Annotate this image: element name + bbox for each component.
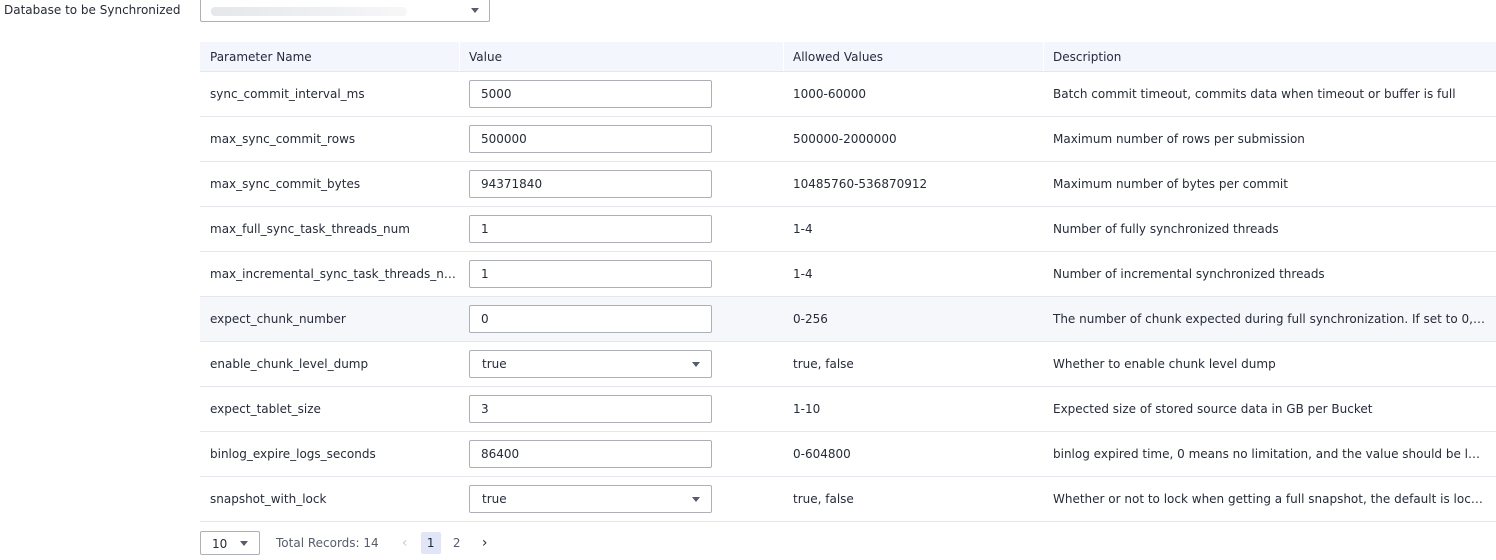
table-row: binlog_expire_logs_seconds 0-604800 binlog… <box>200 432 1496 477</box>
table-body: sync_commit_interval_ms 1000-60000 Batch c… <box>200 72 1496 522</box>
total-records: Total Records: 14 <box>276 536 379 550</box>
description-cell: Whether or not to lock when getting a fu… <box>1053 492 1496 506</box>
value-cell: true <box>459 485 783 513</box>
value-input[interactable] <box>470 441 711 467</box>
table-row: snapshot_with_lock true true, false Whether… <box>200 477 1496 522</box>
parameter-table: Parameter Name Value Allowed Values Desc… <box>200 42 1496 522</box>
page-2-button[interactable]: 2 <box>447 532 467 554</box>
value-select-text: true <box>482 357 507 371</box>
value-cell <box>459 305 783 333</box>
chevron-down-icon <box>692 497 700 502</box>
value-cell <box>459 260 783 288</box>
value-cell <box>459 440 783 468</box>
description-cell: Batch commit timeout, commits data when … <box>1053 87 1456 101</box>
allowed-values-cell: 0-256 <box>793 312 828 326</box>
value-select[interactable]: true <box>469 485 712 513</box>
allowed-values-cell: true, false <box>793 357 854 371</box>
table-header: Parameter Name Value Allowed Values Desc… <box>200 42 1496 72</box>
value-select[interactable]: true <box>469 350 712 378</box>
page-size-value: 10 <box>212 537 228 551</box>
allowed-values-cell: 0-604800 <box>793 447 851 461</box>
database-select[interactable] <box>200 0 490 22</box>
parameter-name-cell: enable_chunk_level_dump <box>210 357 369 371</box>
header-description: Description <box>1043 42 1496 71</box>
chevron-left-icon[interactable]: ‹ <box>395 531 415 555</box>
table-row: max_full_sync_task_threads_num 1-4 Number … <box>200 207 1496 252</box>
table-row: expect_tablet_size 1-10 Expected size of s… <box>200 387 1496 432</box>
value-cell: true <box>459 350 783 378</box>
parameter-name-cell: binlog_expire_logs_seconds <box>210 447 376 461</box>
pagination: 10 Total Records: 14 ‹ 1 2 › <box>200 531 495 555</box>
value-field[interactable] <box>469 125 712 153</box>
description-cell: Number of fully synchronized threads <box>1053 222 1279 236</box>
value-cell <box>459 80 783 108</box>
allowed-values-cell: 1-10 <box>793 402 821 416</box>
database-filter-label: Database to be Synchronized <box>4 3 181 17</box>
value-input[interactable] <box>470 396 711 422</box>
value-input[interactable] <box>470 171 711 197</box>
parameter-name-cell: expect_tablet_size <box>210 402 321 416</box>
description-cell: The number of chunk expected during full… <box>1053 312 1496 326</box>
parameter-name-cell: max_full_sync_task_threads_num <box>210 222 410 236</box>
description-cell: binlog expired time, 0 means no limitati… <box>1053 447 1496 461</box>
header-allowed-values: Allowed Values <box>783 42 1043 71</box>
value-input[interactable] <box>470 126 711 152</box>
header-parameter-name: Parameter Name <box>210 49 312 64</box>
value-field[interactable] <box>469 215 712 243</box>
value-cell <box>459 395 783 423</box>
value-field[interactable] <box>469 395 712 423</box>
parameter-name-cell: max_sync_commit_bytes <box>210 177 361 191</box>
allowed-values-cell: true, false <box>793 492 854 506</box>
value-field[interactable] <box>469 305 712 333</box>
value-select-text: true <box>482 492 507 506</box>
table-row: max_sync_commit_bytes 10485760-536870912 M… <box>200 162 1496 207</box>
table-row: sync_commit_interval_ms 1000-60000 Batch c… <box>200 72 1496 117</box>
table-row: max_incremental_sync_task_threads_num 1-4… <box>200 252 1496 297</box>
allowed-values-cell: 500000-2000000 <box>793 132 897 146</box>
allowed-values-cell: 1-4 <box>793 267 813 281</box>
value-field[interactable] <box>469 260 712 288</box>
description-cell: Whether to enable chunk level dump <box>1053 357 1276 371</box>
value-field[interactable] <box>469 80 712 108</box>
chevron-down-icon <box>471 8 479 13</box>
allowed-values-cell: 10485760-536870912 <box>793 177 928 191</box>
value-cell <box>459 125 783 153</box>
value-field[interactable] <box>469 170 712 198</box>
value-field[interactable] <box>469 440 712 468</box>
page-size-select[interactable]: 10 <box>200 531 260 555</box>
allowed-values-cell: 1000-60000 <box>793 87 867 101</box>
description-cell: Maximum number of bytes per commit <box>1053 177 1288 191</box>
table-row: max_sync_commit_rows 500000-2000000 Maximu… <box>200 117 1496 162</box>
header-value: Value <box>459 42 783 71</box>
table-row: enable_chunk_level_dump true true, false Wh… <box>200 342 1496 387</box>
value-input[interactable] <box>470 216 711 242</box>
value-cell <box>459 215 783 243</box>
chevron-down-icon <box>692 362 700 367</box>
chevron-down-icon <box>240 541 248 546</box>
parameter-name-cell: max_incremental_sync_task_threads_num <box>210 267 459 281</box>
description-cell: Maximum number of rows per submission <box>1053 132 1305 146</box>
value-input[interactable] <box>470 261 711 287</box>
table-row: expect_chunk_number 0-256 The number of ch… <box>200 297 1496 342</box>
parameter-name-cell: sync_commit_interval_ms <box>210 87 365 101</box>
value-input[interactable] <box>470 81 711 107</box>
allowed-values-cell: 1-4 <box>793 222 813 236</box>
description-cell: Expected size of stored source data in G… <box>1053 402 1373 416</box>
parameter-name-cell: expect_chunk_number <box>210 312 346 326</box>
chevron-right-icon[interactable]: › <box>475 531 495 555</box>
description-cell: Number of incremental synchronized threa… <box>1053 267 1325 281</box>
parameter-name-cell: max_sync_commit_rows <box>210 132 356 146</box>
parameter-name-cell: snapshot_with_lock <box>210 492 327 506</box>
value-cell <box>459 170 783 198</box>
page-1-button[interactable]: 1 <box>420 532 441 554</box>
database-select-value-redacted <box>211 7 407 16</box>
value-input[interactable] <box>470 306 711 332</box>
